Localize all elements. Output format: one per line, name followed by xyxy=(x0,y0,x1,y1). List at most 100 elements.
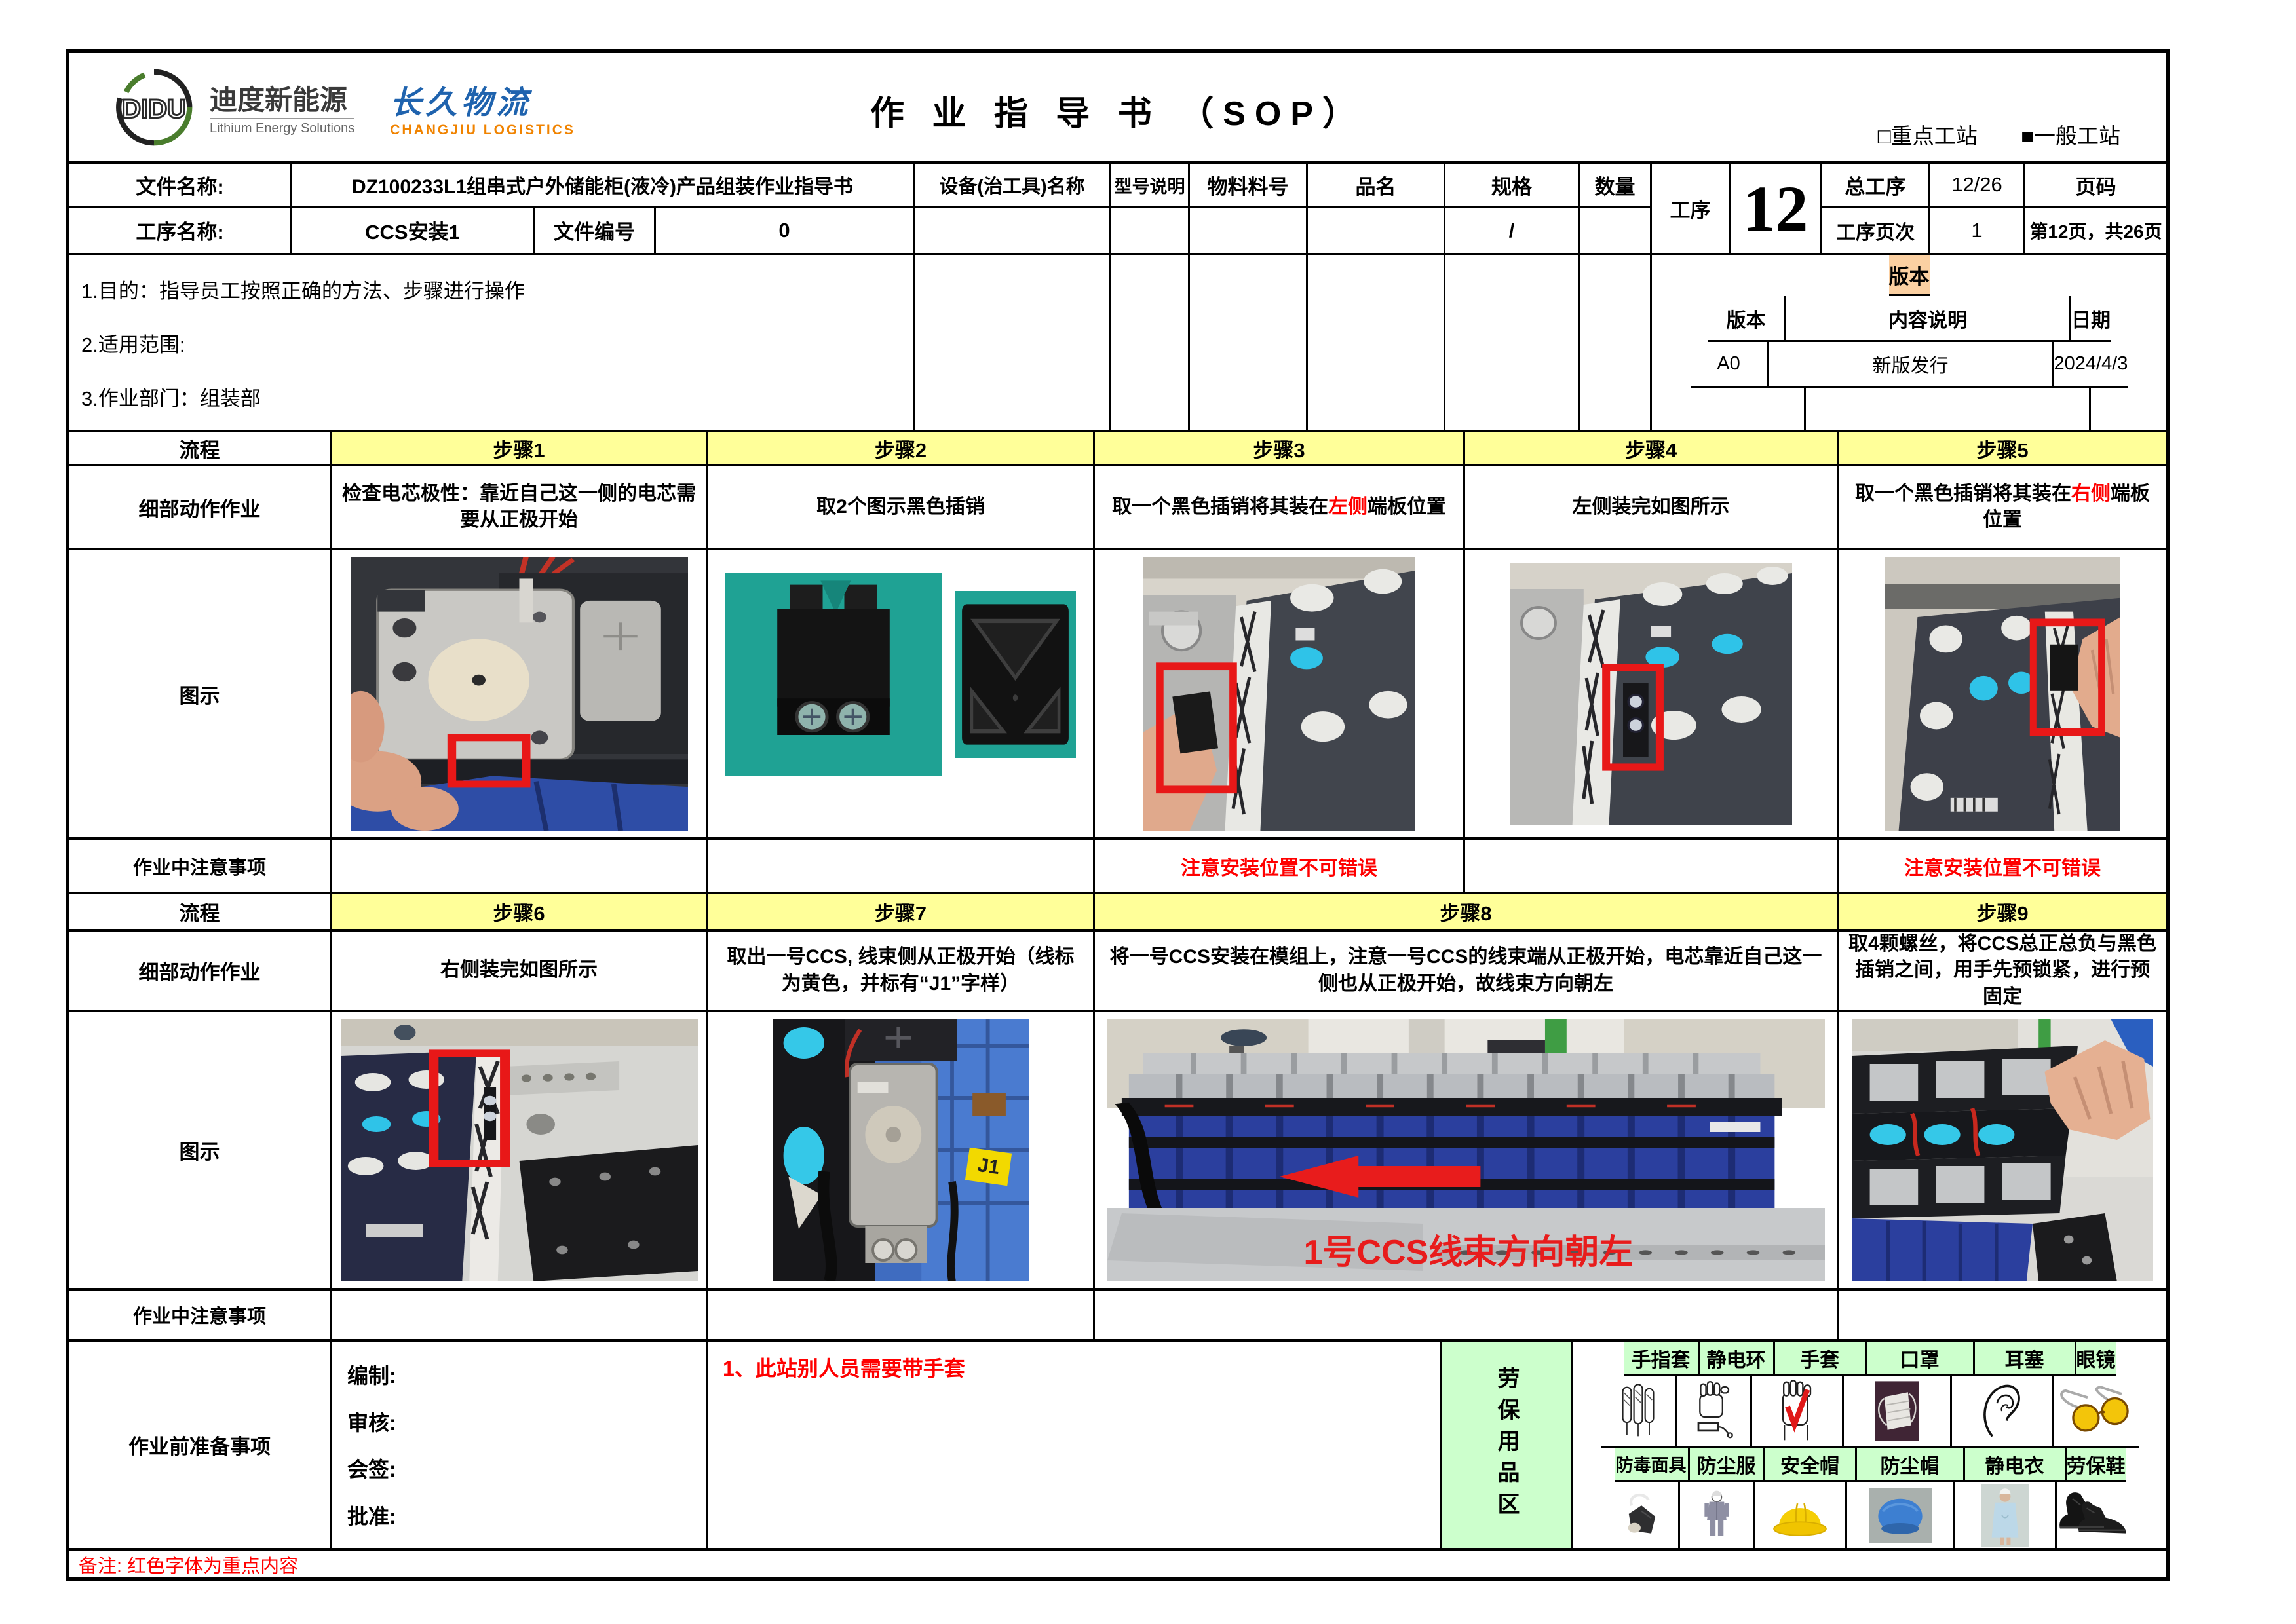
empty-grid-col xyxy=(1111,255,1190,430)
proc-name-label: 工序名称: xyxy=(69,208,290,253)
step3-desc-pre: 取一个黑色插销将其装在 xyxy=(1112,496,1328,518)
empty-grid-col xyxy=(1580,255,1652,430)
step6-desc-text: 右侧装完如图所示 xyxy=(440,957,598,984)
header-band: DIDU 迪度新能源 Lithium Energy Solutions 长久物流… xyxy=(69,53,2166,161)
ppe-label-dust-cap: 防尘帽 xyxy=(1857,1448,1965,1480)
remark-cell: 备注: 红色字体为重点内容 xyxy=(69,1551,2166,1577)
proc-page-value: 1 xyxy=(1930,208,2023,253)
detail-row-1: 细部动作作业 检查电芯极性：靠近自己这一侧的电芯需要从正极开始 取2个图示黑色插… xyxy=(69,464,2166,548)
qty-label: 数量 xyxy=(1580,164,1650,208)
info-col-spec: 规格 / xyxy=(1445,164,1580,253)
empty-grid-col xyxy=(1445,255,1580,430)
note-label: 作业中注意事项 xyxy=(69,840,332,892)
detail-label-2: 细部动作作业 xyxy=(69,932,332,1010)
photo-step8: 1号CCS线束方向朝左 xyxy=(1107,1019,1825,1281)
gloves-check-icon xyxy=(1752,1376,1844,1446)
photo-step2-pin-top xyxy=(955,591,1076,758)
ppe-area-label: 劳保用品区 xyxy=(1491,1367,1523,1524)
purpose-block: 1.目的：指导员工按照正确的方法、步骤进行操作 2.适用范围: 3.作业部门：组… xyxy=(69,255,915,430)
step1-desc: 检查电芯极性：靠近自己这一侧的电芯需要从正极开始 xyxy=(332,466,708,548)
flow-label-2: 流程 xyxy=(69,894,332,929)
empty-cell xyxy=(1727,388,1806,430)
note-row-1: 作业中注意事项 注意安装位置不可错误 注意安装位置不可错误 xyxy=(69,837,2166,892)
right-pin-installed-graphic xyxy=(341,1019,698,1281)
photo-step9 xyxy=(1852,1019,2153,1281)
step6-header: 步骤6 xyxy=(332,894,708,929)
material-label: 物料料号 xyxy=(1190,164,1306,208)
info-col-qty: 数量 xyxy=(1580,164,1652,253)
note-step7 xyxy=(708,1291,1095,1339)
photo-step2-cell xyxy=(708,550,1095,837)
step4-desc: 左侧装完如图所示 xyxy=(1465,466,1839,548)
ppe-label-esd-ring: 静电环 xyxy=(1700,1342,1775,1374)
ppe-label-finger-cots: 手指套 xyxy=(1624,1342,1700,1374)
pin-install-right-graphic xyxy=(1885,557,2120,831)
step3-desc-red: 左侧 xyxy=(1328,496,1368,518)
note-step5-text: 注意安装位置不可错误 xyxy=(1904,852,2101,880)
ppe-icon-row-1 xyxy=(1601,1376,2139,1448)
note-step3: 注意安装位置不可错误 xyxy=(1095,840,1465,892)
info-col-part: 品名 xyxy=(1308,164,1445,253)
sign-line-reviewer: 审核: xyxy=(347,1407,396,1437)
purpose-line-3: 3.作业部门：组装部 xyxy=(81,382,261,411)
step5-desc-pre: 取一个黑色插销将其装在 xyxy=(1855,483,2071,504)
photo-step2-pin-front xyxy=(725,573,942,776)
dust-suit-icon xyxy=(1680,1482,1755,1548)
ppe-label-safety-shoes: 劳保鞋 xyxy=(2067,1448,2126,1480)
step3-header: 步骤3 xyxy=(1095,432,1465,464)
sop-table: DIDU 迪度新能源 Lithium Energy Solutions 长久物流… xyxy=(66,49,2170,1581)
prep-row: 作业前准备事项 编制: 审核: 会签: 批准: 1、此站别人员需要带手套 劳保用… xyxy=(69,1339,2166,1548)
note-step4 xyxy=(1465,840,1839,892)
equip-value xyxy=(915,208,1109,253)
step5-desc-red: 右侧 xyxy=(2071,483,2111,504)
sign-line-approver: 批准: xyxy=(347,1500,396,1530)
photo-step5 xyxy=(1885,557,2120,831)
detail-row-2: 细部动作作业 右侧装完如图所示 取出一号CCS, 线束侧从正极开始（线标为黄色，… xyxy=(69,929,2166,1010)
step8-desc: 将一号CCS安装在模组上，注意一号CCS的线束端从正极开始，电芯靠近自己这一侧也… xyxy=(1095,932,1839,1010)
photo-step2 xyxy=(725,573,1076,776)
safety-helmet-icon xyxy=(1755,1482,1847,1548)
empty-grid-col xyxy=(1190,255,1308,430)
ppe-label-mask: 口罩 xyxy=(1867,1342,1975,1374)
step3-desc-text: 取一个黑色插销将其装在左侧端板位置 xyxy=(1112,494,1446,521)
ppe-label-dust-suit: 防尘服 xyxy=(1690,1448,1765,1480)
flow-row-1: 流程 步骤1 步骤2 步骤3 步骤4 步骤5 xyxy=(69,430,2166,464)
ppe-label-glasses: 眼镜 xyxy=(2076,1342,2116,1374)
station-type: □重点工站 ■一般工站 xyxy=(1878,119,2120,150)
sop-sheet-page: DIDU 迪度新能源 Lithium Energy Solutions 长久物流… xyxy=(0,0,2296,1624)
info-col-material: 物料料号 xyxy=(1190,164,1308,253)
step3-desc-post: 端板位置 xyxy=(1368,496,1446,518)
ppe-label-gloves: 手套 xyxy=(1775,1342,1867,1374)
j1-label-tag: J1 xyxy=(965,1147,1012,1186)
part-label: 品名 xyxy=(1308,164,1444,208)
doc-no-value: 0 xyxy=(656,208,913,253)
ppe-label-esd-garment: 静电衣 xyxy=(1965,1448,2067,1480)
step5-desc-text: 取一个黑色插销将其装在右侧端板位置 xyxy=(1848,481,2157,534)
version-date-label: 日期 xyxy=(2071,296,2111,340)
version-row-a0: A0 新版发行 2024/4/3 xyxy=(1691,342,2128,388)
photo-step1 xyxy=(351,557,688,831)
purpose-version-region: 1.目的：指导员工按照正确的方法、步骤进行操作 2.适用范围: 3.作业部门：组… xyxy=(69,253,2166,430)
info-col-docname-label: 文件名称: 工序名称: xyxy=(69,164,292,253)
illustration-label-2: 图示 xyxy=(69,1012,332,1288)
respirator-icon xyxy=(1605,1482,1680,1548)
black-pin-front-graphic xyxy=(725,573,942,776)
illustration-label: 图示 xyxy=(69,550,332,837)
spec-label: 规格 xyxy=(1445,164,1578,208)
part-value xyxy=(1308,208,1444,253)
photo-step3-cell xyxy=(1095,550,1465,837)
proc-page-label: 工序页次 xyxy=(1822,208,1928,253)
note-step9 xyxy=(1839,1291,2166,1339)
empty-grid-col xyxy=(1308,255,1445,430)
proc-name-row: CCS安装1 文件编号 0 xyxy=(292,208,913,253)
photo-step8-cell: 1号CCS线束方向朝左 xyxy=(1095,1012,1839,1288)
qty-value xyxy=(1580,208,1650,253)
ccs-direction-caption: 1号CCS线束方向朝左 xyxy=(1304,1224,1634,1274)
photo-step1-cell xyxy=(332,550,708,837)
photo-step4 xyxy=(1510,563,1792,825)
sign-line-countersign: 会签: xyxy=(347,1453,396,1483)
model-label: 型号说明 xyxy=(1111,164,1188,208)
version-col-label: 版本 xyxy=(1708,296,1786,340)
note-row-2: 作业中注意事项 xyxy=(69,1288,2166,1339)
version-value: A0 xyxy=(1691,342,1769,386)
